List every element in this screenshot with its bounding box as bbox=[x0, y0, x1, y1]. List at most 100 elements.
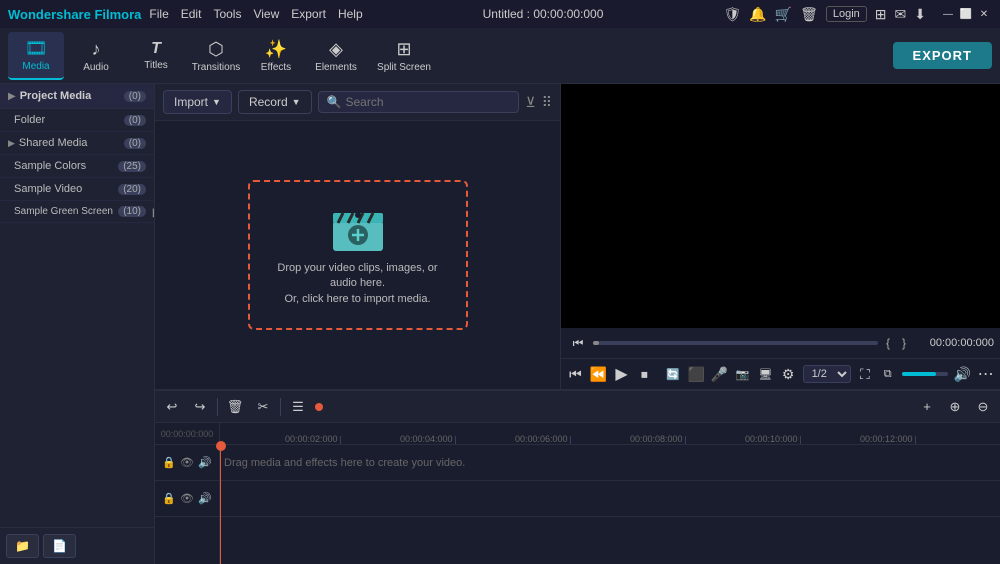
timeline-ruler[interactable]: 00:00:00:000 00:00:02:000 00:00:04:000 0… bbox=[155, 423, 1000, 445]
media-label: Media bbox=[22, 61, 49, 72]
bell-icon[interactable]: 🔔 bbox=[749, 6, 766, 23]
menu-edit[interactable]: Edit bbox=[181, 7, 202, 21]
search-box[interactable]: 🔍 bbox=[318, 91, 520, 113]
delete-button[interactable]: 🗑 bbox=[224, 396, 246, 418]
eye-icon[interactable]: 👁 bbox=[180, 456, 194, 469]
audio-label: Audio bbox=[83, 62, 109, 73]
timeline: ↩ ↪ 🗑 ✂ ☰ + ⊕ ⊖ 00:00:00:000 bbox=[155, 389, 1000, 564]
titlebar-action-icons[interactable]: 🛡 🔔 🛒 🗑 Login ⊞ ✉ ⬇ bbox=[723, 6, 926, 23]
panel-footer[interactable]: 📁 📄 bbox=[0, 527, 154, 564]
pip-icon[interactable]: ⧉ bbox=[879, 363, 896, 385]
bracket-right[interactable]: } bbox=[898, 336, 910, 350]
list-button[interactable]: ☰ bbox=[287, 396, 309, 418]
play-button[interactable]: ▶ bbox=[613, 363, 630, 385]
track-row-video[interactable]: Drag media and effects here to create yo… bbox=[220, 445, 1000, 481]
menu-view[interactable]: View bbox=[253, 7, 279, 21]
toolbar-media[interactable]: 🎞 Media bbox=[8, 32, 64, 80]
timeline-playhead[interactable] bbox=[220, 445, 221, 564]
cart-icon[interactable]: 🛒 bbox=[775, 6, 792, 23]
menu-export[interactable]: Export bbox=[291, 7, 326, 21]
close-button[interactable]: ✕ bbox=[976, 6, 992, 22]
step-back-button[interactable]: ⏪ bbox=[590, 363, 607, 385]
settings-icon[interactable]: ⚙ bbox=[780, 363, 797, 385]
transitions-label: Transitions bbox=[192, 62, 241, 73]
prev-keyframe-icon[interactable]: ⏮ bbox=[567, 332, 589, 354]
panel-item-sample-colors[interactable]: Sample Colors (25) bbox=[0, 155, 154, 178]
cut-button[interactable]: ✂ bbox=[252, 396, 274, 418]
login-button[interactable]: Login bbox=[826, 6, 867, 22]
panel-title: Project Media bbox=[20, 90, 120, 102]
trash-icon[interactable]: 🗑 bbox=[800, 6, 818, 23]
panel-item-folder[interactable]: Folder (0) bbox=[0, 109, 154, 132]
lock-icon[interactable]: 🔒 bbox=[162, 456, 176, 469]
fullscreen-icon[interactable]: ⛶ bbox=[857, 363, 874, 385]
audio-speaker-icon[interactable]: 🔊 bbox=[198, 492, 212, 505]
menu-tools[interactable]: Tools bbox=[213, 7, 241, 21]
toolbar-effects[interactable]: ✨ Effects bbox=[248, 32, 304, 80]
zoom-out-button[interactable]: ⊖ bbox=[972, 396, 994, 418]
speaker-icon[interactable]: 🔊 bbox=[198, 456, 212, 469]
track-header-controls: 🔒 👁 🔊 bbox=[155, 445, 219, 481]
audio-eye-icon[interactable]: 👁 bbox=[180, 492, 194, 505]
panel-item-shared[interactable]: ▶ Shared Media (0) bbox=[0, 132, 154, 155]
timeline-tracks: 🔒 👁 🔊 🔒 👁 🔊 Drag media and effects here … bbox=[155, 445, 1000, 564]
export-button[interactable]: EXPORT bbox=[893, 42, 992, 69]
main-layout: ▶ Project Media (0) Folder (0) ▶ Shared … bbox=[0, 84, 1000, 564]
download-icon[interactable]: ⬇ bbox=[914, 6, 926, 23]
panel-item-green-screen[interactable]: Sample Green Screen (10) ▶ bbox=[0, 201, 154, 223]
track-row-audio[interactable] bbox=[220, 481, 1000, 517]
ruler-marks: 00:00:02:000 00:00:04:000 00:00:06:000 0… bbox=[220, 423, 975, 444]
volume-slider[interactable] bbox=[902, 372, 948, 376]
stop-button[interactable]: ⏹ bbox=[636, 363, 653, 385]
mail-icon[interactable]: ✉ bbox=[895, 6, 907, 23]
add-track-button[interactable]: + bbox=[916, 396, 938, 418]
new-folder-button[interactable]: 📁 bbox=[6, 534, 39, 558]
undo-button[interactable]: ↩ bbox=[161, 396, 183, 418]
audio-lock-icon[interactable]: 🔒 bbox=[162, 492, 176, 505]
playhead-head bbox=[216, 441, 226, 451]
import-button[interactable]: Import ▼ bbox=[163, 90, 232, 114]
left-panel: ▶ Project Media (0) Folder (0) ▶ Shared … bbox=[0, 84, 155, 564]
track-content-area[interactable]: Drag media and effects here to create yo… bbox=[220, 445, 1000, 564]
record-indicator bbox=[315, 403, 323, 411]
filter-icon[interactable]: ⊻ bbox=[525, 94, 535, 111]
toolbar-elements[interactable]: ◈ Elements bbox=[308, 32, 364, 80]
menu-bar[interactable]: File Edit Tools View Export Help bbox=[149, 7, 362, 21]
shield-icon[interactable]: 🛡 bbox=[723, 6, 741, 23]
loop-icon[interactable]: 🔄 bbox=[665, 363, 682, 385]
toolbar-audio[interactable]: ♪ Audio bbox=[68, 32, 124, 80]
grid-icon[interactable]: ⊞ bbox=[875, 6, 887, 23]
media-icon: 🎞 bbox=[25, 38, 48, 59]
crop-icon[interactable]: ⬛ bbox=[687, 363, 704, 385]
effects-icon: ✨ bbox=[265, 39, 287, 60]
camera-icon[interactable]: 📷 bbox=[734, 363, 751, 385]
zoom-in-button[interactable]: ⊕ bbox=[944, 396, 966, 418]
menu-file[interactable]: File bbox=[149, 7, 168, 21]
titlebar-right: 🛡 🔔 🛒 🗑 Login ⊞ ✉ ⬇ — ⬜ ✕ bbox=[723, 6, 992, 23]
bracket-left[interactable]: { bbox=[882, 336, 894, 350]
toolbar-titles[interactable]: T Titles bbox=[128, 32, 184, 80]
search-input[interactable] bbox=[346, 95, 511, 109]
maximize-button[interactable]: ⬜ bbox=[958, 6, 974, 22]
go-start-button[interactable]: ⏮ bbox=[567, 363, 584, 385]
main-toolbar: 🎞 Media ♪ Audio T Titles ⬡ Transitions ✨… bbox=[0, 28, 1000, 84]
toolbar-splitscreen[interactable]: ⊞ Split Screen bbox=[368, 32, 440, 80]
new-file-button[interactable]: 📄 bbox=[43, 534, 76, 558]
panel-item-sample-video[interactable]: Sample Video (20) bbox=[0, 178, 154, 201]
timeline-scrubber[interactable] bbox=[593, 341, 878, 345]
more-options-icon[interactable]: ⋯ bbox=[977, 363, 994, 385]
minimize-button[interactable]: — bbox=[940, 6, 956, 22]
record-button[interactable]: Record ▼ bbox=[238, 90, 312, 114]
content-main[interactable]: Drop your video clips, images, or audio … bbox=[155, 121, 560, 389]
content-toolbar: Import ▼ Record ▼ 🔍 ⊻ ⠿ bbox=[155, 84, 560, 121]
quality-select[interactable]: 1/2 Full 1/4 bbox=[803, 365, 851, 383]
screenshot-icon[interactable]: 🖥 bbox=[757, 363, 774, 385]
menu-help[interactable]: Help bbox=[338, 7, 363, 21]
toolbar-transitions[interactable]: ⬡ Transitions bbox=[188, 32, 244, 80]
redo-button[interactable]: ↪ bbox=[189, 396, 211, 418]
grid-view-icon[interactable]: ⠿ bbox=[542, 94, 552, 111]
mic-icon[interactable]: 🎤 bbox=[711, 363, 728, 385]
transitions-icon: ⬡ bbox=[208, 39, 224, 60]
drop-area[interactable]: Drop your video clips, images, or audio … bbox=[248, 180, 468, 330]
volume-icon[interactable]: 🔊 bbox=[954, 363, 971, 385]
